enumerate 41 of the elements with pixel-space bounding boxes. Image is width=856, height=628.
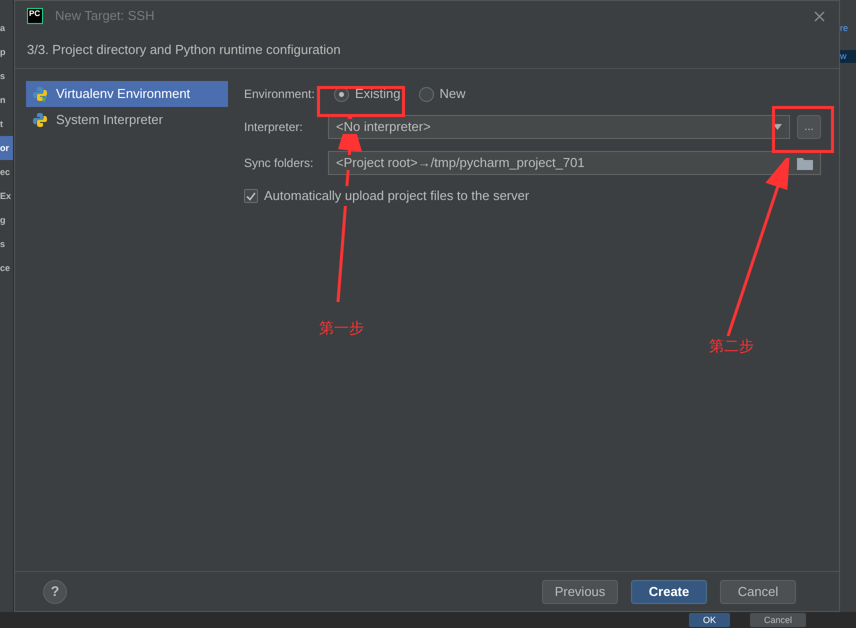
background-text: re bbox=[840, 22, 850, 35]
field-label: Environment: bbox=[244, 86, 316, 103]
python-icon bbox=[32, 86, 48, 102]
dialog-button[interactable]: Cancel bbox=[720, 580, 796, 604]
window-title: New Target: SSH bbox=[55, 7, 156, 26]
app-logo: PC bbox=[27, 8, 43, 24]
background-text: t bbox=[0, 118, 4, 131]
sidebar-item[interactable]: Virtualenv Environment bbox=[26, 81, 228, 107]
background-text: n bbox=[0, 94, 6, 107]
radio-button[interactable] bbox=[418, 86, 434, 102]
sync-folders-field[interactable]: <Project root>→/tmp/pycharm_project_701 bbox=[328, 151, 821, 175]
background-text: s bbox=[0, 238, 6, 251]
close-icon[interactable] bbox=[814, 10, 825, 22]
background-text: Ex bbox=[0, 190, 12, 203]
background-text: ec bbox=[0, 166, 12, 179]
radio-option[interactable]: New bbox=[412, 84, 472, 104]
background-text: p bbox=[0, 46, 6, 59]
background-text: ce bbox=[0, 262, 12, 275]
background-text: g bbox=[0, 214, 6, 227]
field-label: Interpreter: bbox=[244, 119, 304, 136]
annotation-label: 第二步 bbox=[709, 336, 754, 357]
background-text: w bbox=[840, 50, 856, 63]
help-button[interactable]: ? bbox=[43, 580, 67, 604]
background-text: s bbox=[0, 70, 6, 83]
interpreter-dropdown[interactable]: <No interpreter> bbox=[328, 115, 790, 139]
browse-button[interactable]: ... bbox=[797, 115, 821, 139]
radio-option[interactable]: Existing bbox=[328, 84, 407, 104]
checkbox[interactable] bbox=[244, 189, 258, 203]
dropdown-arrow-icon bbox=[773, 124, 782, 130]
background-text: or bbox=[0, 136, 13, 160]
annotation-box bbox=[772, 106, 834, 153]
sidebar-item[interactable]: System Interpreter bbox=[26, 107, 228, 133]
checkbox-label: Automatically upload project files to the server bbox=[264, 186, 530, 206]
background-text: a bbox=[0, 22, 6, 35]
step-title: 3/3. Project directory and Python runtime configuration bbox=[27, 40, 341, 59]
primary-button[interactable]: Create bbox=[631, 580, 707, 604]
python-icon bbox=[32, 112, 48, 128]
field-label: Sync folders: bbox=[244, 155, 314, 172]
folder-icon[interactable] bbox=[797, 156, 813, 170]
dialog-button[interactable]: Previous bbox=[542, 580, 618, 604]
annotation-label: 第一步 bbox=[319, 318, 364, 339]
